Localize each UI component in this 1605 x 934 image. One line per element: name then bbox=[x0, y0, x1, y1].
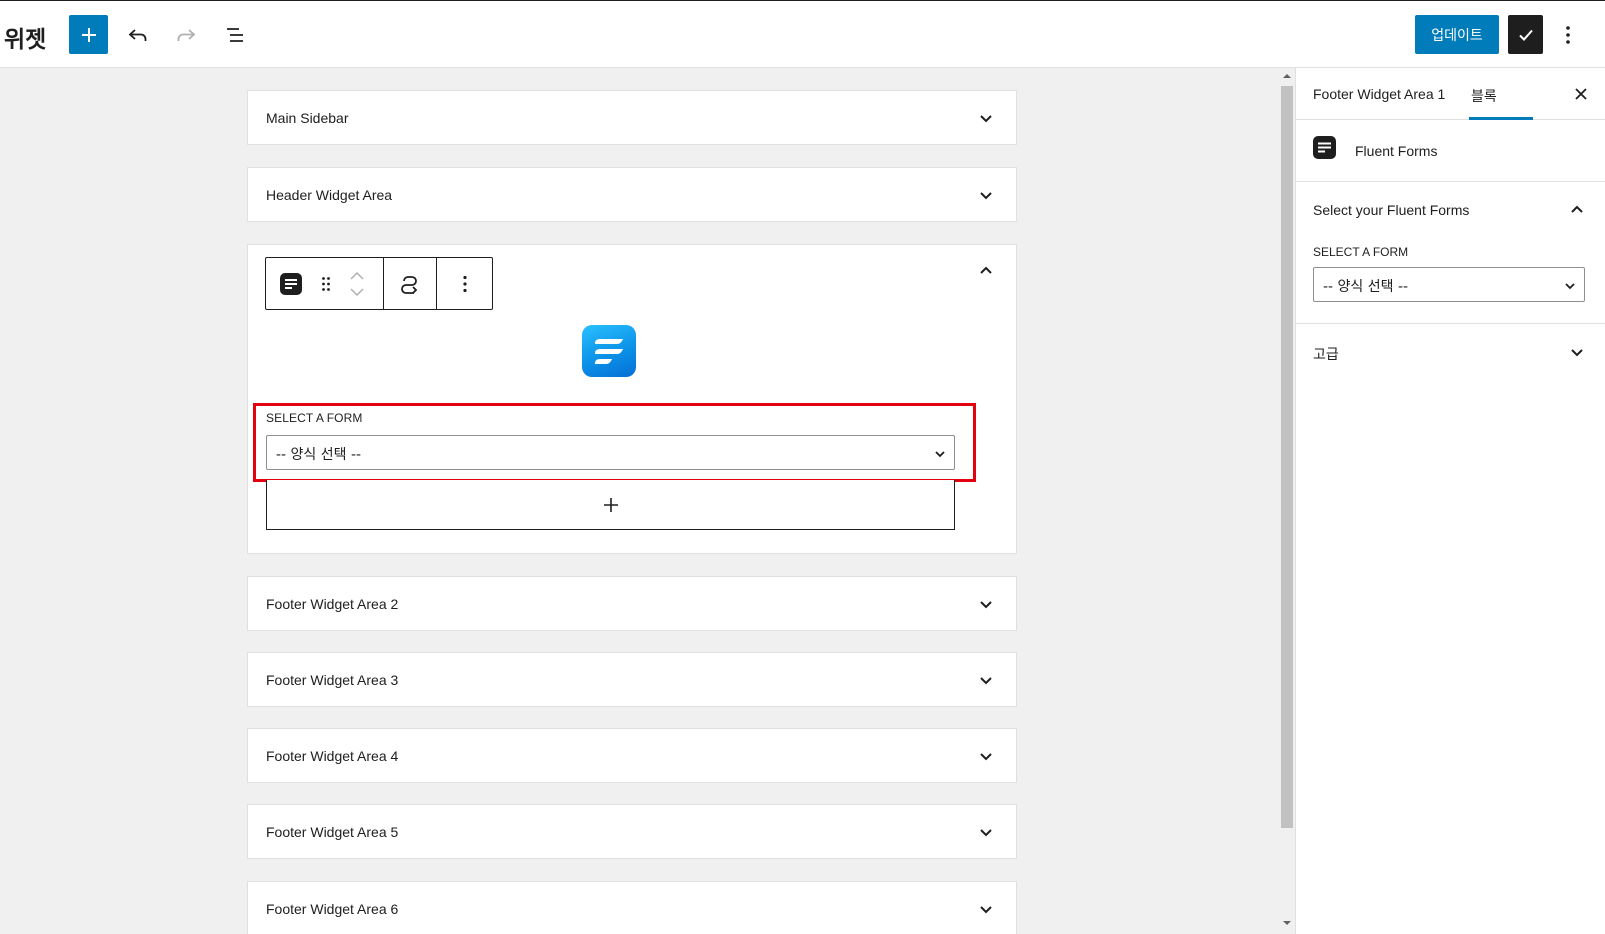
widget-area-label: Main Sidebar bbox=[266, 110, 349, 126]
block-toolbar bbox=[265, 257, 493, 310]
chevron-down-icon bbox=[935, 451, 945, 458]
update-button[interactable]: 업데이트 bbox=[1415, 15, 1499, 54]
close-sidebar-button[interactable] bbox=[1571, 84, 1591, 104]
drag-handle-icon bbox=[322, 276, 330, 291]
widget-area-footer-3[interactable]: Footer Widget Area 3 bbox=[247, 652, 1017, 707]
chevron-down-icon bbox=[1565, 283, 1575, 290]
block-name: Fluent Forms bbox=[1355, 143, 1438, 159]
block-options-button[interactable] bbox=[437, 258, 492, 309]
advanced-panel-title[interactable]: 고급 bbox=[1313, 344, 1339, 364]
scroll-up-arrow-icon[interactable] bbox=[1282, 71, 1292, 81]
widget-area-footer-5[interactable]: Footer Widget Area 5 bbox=[247, 804, 1017, 859]
form-select-panel: Select your Fluent Forms SELECT A FORM -… bbox=[1296, 182, 1605, 324]
scrollbar-thumb[interactable] bbox=[1281, 86, 1293, 828]
widget-area-header[interactable]: Header Widget Area bbox=[247, 167, 1017, 222]
check-icon bbox=[1518, 29, 1533, 41]
undo-button[interactable] bbox=[122, 19, 154, 51]
publish-check-button[interactable] bbox=[1508, 15, 1543, 54]
form-select-value: -- 양식 선택 -- bbox=[1323, 279, 1409, 295]
block-appender-button[interactable] bbox=[266, 480, 955, 530]
chevron-down-icon[interactable] bbox=[978, 672, 994, 688]
chevron-down-icon[interactable] bbox=[1569, 344, 1585, 360]
widget-area-label: Footer Widget Area 5 bbox=[266, 824, 399, 840]
drag-handle[interactable] bbox=[316, 258, 336, 309]
vertical-dots-icon bbox=[1566, 26, 1570, 44]
plus-icon bbox=[603, 497, 618, 512]
chevron-down-icon[interactable] bbox=[978, 596, 994, 612]
move-down-icon[interactable] bbox=[350, 287, 364, 296]
widget-area-footer-1: SELECT A FORM -- 양식 선택 -- bbox=[247, 244, 1017, 554]
fluent-forms-glyph bbox=[1318, 142, 1331, 153]
move-buttons bbox=[342, 258, 372, 309]
list-view-button[interactable] bbox=[219, 19, 251, 51]
transform-button[interactable] bbox=[384, 258, 436, 309]
chevron-up-icon[interactable] bbox=[1569, 202, 1585, 218]
transform-icon bbox=[401, 275, 418, 294]
widget-area-footer-4[interactable]: Footer Widget Area 4 bbox=[247, 728, 1017, 783]
list-view-icon bbox=[227, 28, 243, 42]
redo-button[interactable] bbox=[170, 19, 202, 51]
widget-area-main-sidebar[interactable]: Main Sidebar bbox=[247, 90, 1017, 145]
widget-area-label: Header Widget Area bbox=[266, 187, 393, 203]
fluent-forms-logo-mark bbox=[595, 339, 623, 364]
widget-area-footer-6[interactable]: Footer Widget Area 6 bbox=[247, 881, 1017, 934]
widget-area-label: Footer Widget Area 3 bbox=[266, 672, 399, 688]
chevron-up-icon[interactable] bbox=[978, 263, 994, 279]
sidebar-tabs: Footer Widget Area 1 블록 bbox=[1296, 68, 1605, 120]
undo-icon bbox=[128, 29, 147, 41]
fluent-forms-icon bbox=[1313, 136, 1336, 159]
chevron-down-icon[interactable] bbox=[978, 110, 994, 126]
options-button[interactable] bbox=[1556, 19, 1580, 51]
move-up-icon[interactable] bbox=[350, 271, 364, 280]
widget-area-footer-2[interactable]: Footer Widget Area 2 bbox=[247, 576, 1017, 631]
tab-block[interactable]: 블록 bbox=[1471, 86, 1497, 106]
select-form-label: SELECT A FORM bbox=[1313, 245, 1409, 259]
form-select-value: -- 양식 선택 -- bbox=[276, 447, 362, 463]
sidebar-form-select[interactable]: -- 양식 선택 -- bbox=[1313, 267, 1585, 302]
tab-widget-area[interactable]: Footer Widget Area 1 bbox=[1313, 86, 1445, 102]
select-form-label: SELECT A FORM bbox=[266, 411, 363, 425]
block-card: Fluent Forms bbox=[1296, 120, 1605, 182]
plus-icon bbox=[81, 27, 96, 42]
editor-header: 위젯 업데이트 bbox=[0, 0, 1605, 68]
add-block-button[interactable] bbox=[69, 15, 108, 54]
block-type-button[interactable] bbox=[266, 258, 316, 309]
chevron-down-icon[interactable] bbox=[978, 901, 994, 917]
widget-area-label: Footer Widget Area 4 bbox=[266, 748, 399, 764]
fluent-forms-icon bbox=[280, 272, 302, 295]
page-title: 위젯 bbox=[4, 27, 47, 53]
chevron-down-icon[interactable] bbox=[978, 748, 994, 764]
widget-canvas: Main Sidebar Header Widget Area SELECT A… bbox=[0, 68, 1295, 934]
chevron-down-icon[interactable] bbox=[978, 187, 994, 203]
close-icon bbox=[1575, 88, 1587, 100]
settings-sidebar: Footer Widget Area 1 블록 Fluent Forms Sel… bbox=[1295, 68, 1605, 934]
widget-area-label: Footer Widget Area 6 bbox=[266, 901, 399, 917]
chevron-down-icon[interactable] bbox=[978, 824, 994, 840]
widget-area-label: Footer Widget Area 2 bbox=[266, 596, 399, 612]
form-select[interactable]: -- 양식 선택 -- bbox=[266, 435, 955, 470]
advanced-panel[interactable]: 고급 bbox=[1296, 324, 1605, 382]
panel-title[interactable]: Select your Fluent Forms bbox=[1313, 202, 1469, 218]
vertical-dots-icon bbox=[462, 275, 467, 292]
fluent-forms-logo bbox=[582, 325, 636, 377]
redo-icon bbox=[177, 29, 196, 41]
scroll-down-arrow-icon[interactable] bbox=[1282, 918, 1292, 928]
